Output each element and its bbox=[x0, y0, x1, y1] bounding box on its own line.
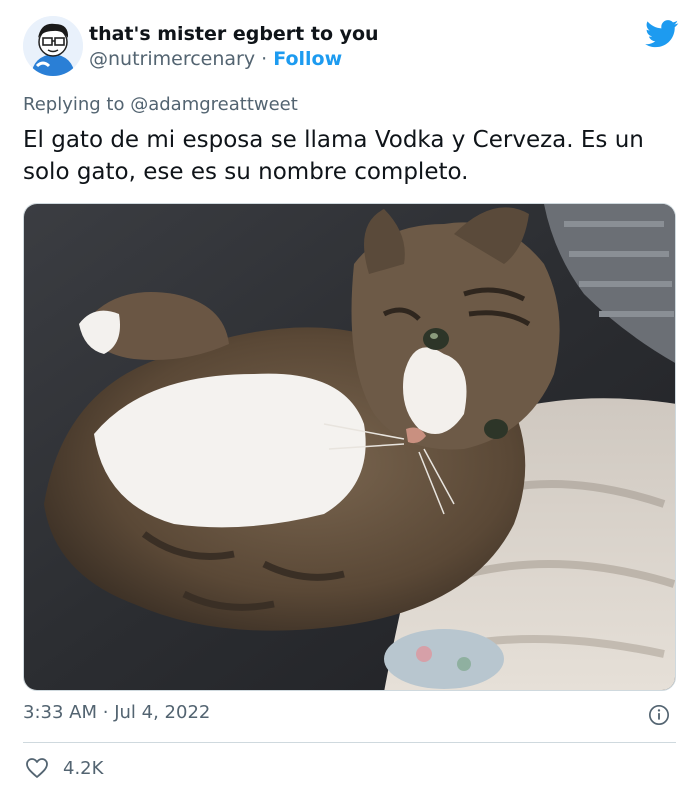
twitter-bird-icon[interactable] bbox=[645, 20, 679, 48]
tweet-timestamp[interactable]: 3:33 AM · Jul 4, 2022 bbox=[23, 702, 210, 723]
tweet-text: El gato de mi esposa se llama Vodka y Ce… bbox=[23, 127, 644, 185]
separator-dot: · bbox=[261, 48, 268, 70]
like-count: 4.2K bbox=[63, 757, 104, 779]
tweet-time: 3:33 AM bbox=[23, 702, 97, 723]
author-info: that's mister egbert to you @nutrimercen… bbox=[89, 22, 379, 72]
reply-target-link[interactable]: @adamgreattweet bbox=[130, 94, 298, 115]
divider bbox=[23, 742, 676, 743]
author-avatar[interactable] bbox=[23, 16, 83, 76]
author-handle[interactable]: @nutrimercenary bbox=[89, 48, 255, 70]
like-button[interactable]: 4.2K bbox=[25, 754, 103, 782]
info-icon[interactable] bbox=[648, 704, 670, 726]
author-handle-row: @nutrimercenary · Follow bbox=[89, 46, 379, 72]
heart-icon[interactable] bbox=[25, 757, 49, 779]
follow-button[interactable]: Follow bbox=[273, 48, 342, 70]
cartoon-character-avatar-icon bbox=[23, 16, 83, 76]
reply-prefix: Replying to bbox=[23, 94, 125, 115]
tweet-photo[interactable] bbox=[23, 203, 676, 691]
reply-context: Replying to @adamgreattweet bbox=[23, 94, 298, 115]
author-display-name[interactable]: that's mister egbert to you bbox=[89, 22, 379, 46]
cat-photo-image bbox=[24, 204, 675, 690]
tweet-date: Jul 4, 2022 bbox=[114, 702, 211, 723]
tweet-header: that's mister egbert to you @nutrimercen… bbox=[23, 14, 683, 80]
timestamp-separator: · bbox=[102, 702, 109, 723]
